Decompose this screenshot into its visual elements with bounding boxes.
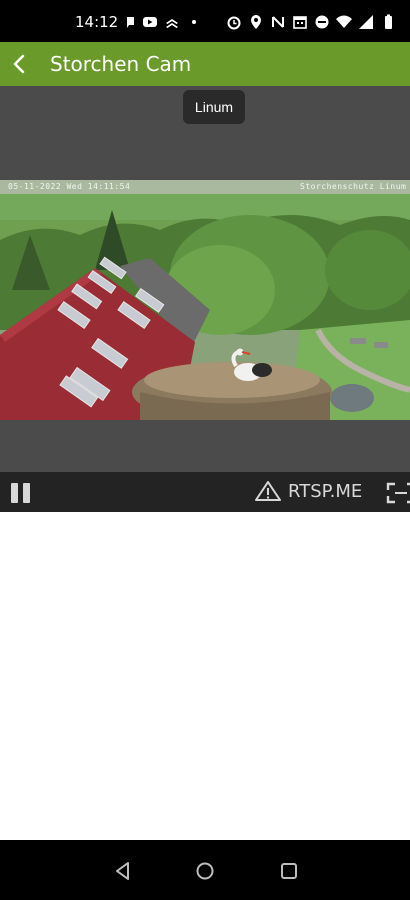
fullscreen-icon (386, 482, 410, 504)
recents-square-icon[interactable] (278, 860, 300, 882)
warning-icon (255, 481, 281, 501)
alarm-icon (227, 16, 241, 30)
back-button[interactable] (6, 50, 34, 78)
video-frame[interactable]: 05-11-2022 Wed 14:11:54 Storchenschutz L… (0, 180, 410, 420)
app-bar: Storchen Cam (0, 42, 410, 86)
home-circle-icon[interactable] (194, 860, 216, 882)
pause-icon (11, 483, 30, 503)
back-triangle-icon[interactable] (112, 860, 134, 882)
dot-icon (192, 20, 196, 24)
rtsp-brand-link[interactable]: RTSP.ME (254, 480, 362, 502)
pause-button[interactable] (10, 482, 32, 504)
video-player[interactable]: Linum 05-11-2022 Wed 14:11:54 Storchensc… (0, 86, 410, 472)
arrow-left-icon (13, 54, 25, 74)
status-icons-left (120, 14, 202, 30)
calendar-icon (293, 16, 307, 29)
app-title: Storchen Cam (50, 52, 192, 76)
stream-watermark-overlay: Storchenschutz Linum (300, 182, 407, 191)
stacks-icon (166, 19, 178, 28)
status-time: 14:12 (75, 13, 119, 31)
camera-name-tooltip: Linum (183, 90, 245, 124)
wifi-icon (336, 15, 352, 28)
system-nav-bar (0, 840, 410, 900)
fullscreen-button[interactable] (386, 482, 410, 504)
battery-icon (385, 14, 392, 29)
location-icon (251, 15, 261, 29)
status-icons-right (226, 14, 396, 30)
status-bar: 14:12 (0, 0, 410, 42)
screen: 14:12 Storchen Cam Linum 05-11-2022 Wed … (0, 0, 410, 900)
cast-icon (122, 17, 134, 28)
stream-timestamp-overlay: 05-11-2022 Wed 14:11:54 (8, 182, 131, 191)
youtube-icon (143, 17, 157, 27)
brand-label: RTSP.ME (288, 480, 363, 502)
player-controls: RTSP.ME (0, 472, 410, 512)
dnd-icon (315, 15, 329, 29)
stork-nest-stream (0, 180, 410, 420)
signal-icon (359, 15, 373, 29)
nfc-icon (272, 16, 284, 28)
